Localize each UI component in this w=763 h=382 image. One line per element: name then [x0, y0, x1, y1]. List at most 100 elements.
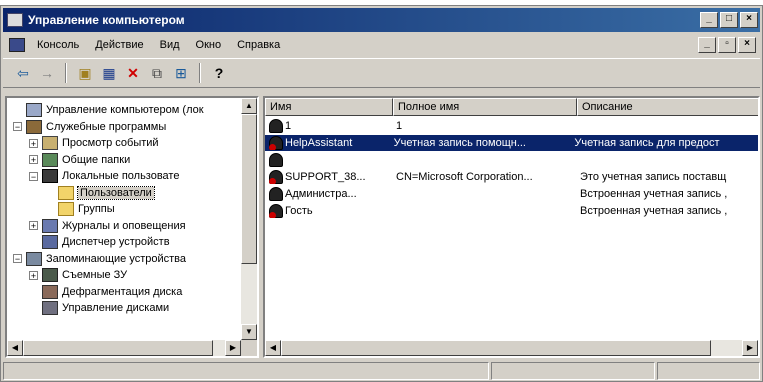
cell-name: Администра... — [285, 188, 357, 200]
tree-item[interactable]: + Журналы и оповещения — [29, 218, 186, 234]
menu-window[interactable]: Окно — [188, 39, 230, 51]
tree-item[interactable]: + Просмотр событий — [29, 135, 159, 151]
scroll-left-button[interactable]: ◀ — [265, 340, 281, 356]
tree-item-label: Общие папки — [62, 153, 131, 166]
expand-toggle[interactable]: + — [29, 138, 38, 148]
window-title: Управление компьютером — [28, 13, 185, 27]
scroll-right-button[interactable]: ▶ — [225, 340, 241, 356]
tree-item[interactable]: − Запоминающие устройства — [13, 251, 186, 267]
mdi-restore-button[interactable]: ▫ — [718, 37, 736, 53]
tree-item[interactable]: − Локальные пользовате — [29, 168, 179, 184]
menu-action[interactable]: Действие — [87, 39, 151, 51]
tree-item[interactable]: Управление компьютером (лок — [13, 102, 204, 118]
export-list-button[interactable]: ⊞ — [171, 63, 191, 83]
computer-management-icon — [7, 13, 23, 27]
details-pane[interactable]: Имя Полное имя Описание 1 1 HelpAssistant У… — [263, 96, 760, 358]
scroll-right-button[interactable]: ▶ — [742, 340, 758, 356]
performance-logs-icon — [42, 218, 58, 233]
title-bar[interactable]: Управление компьютером _ □ × — [3, 8, 760, 32]
mdi-minimize-button[interactable]: _ — [698, 37, 716, 53]
tree-vertical-scrollbar[interactable]: ▲ ▼ — [241, 98, 257, 340]
storage-icon — [26, 251, 42, 266]
cell-name: HelpAssistant — [285, 137, 353, 149]
folder-icon — [58, 202, 74, 216]
cell-description: Встроенная учетная запись , — [580, 188, 728, 200]
close-button[interactable]: × — [740, 12, 758, 28]
event-viewer-icon — [42, 136, 58, 150]
column-header-name[interactable]: Имя — [265, 98, 393, 116]
collapse-toggle[interactable]: − — [13, 254, 22, 264]
minimize-button[interactable]: _ — [700, 12, 718, 28]
tree-item-label: Диспетчер устройств — [62, 236, 170, 248]
user-row[interactable]: HelpAssistant Учетная запись помощн... Уче… — [265, 135, 758, 151]
user-row[interactable] — [265, 152, 758, 168]
tree-item-label: Съемные ЗУ — [62, 269, 128, 281]
tree-item-label: Запоминающие устройства — [46, 252, 187, 265]
list-horizontal-scrollbar[interactable]: ◀ ▶ — [265, 340, 758, 356]
tree-item[interactable]: − Служебные программы — [13, 119, 166, 135]
properties-button[interactable]: ⧉ — [147, 63, 167, 83]
cell-name: 1 — [285, 120, 292, 132]
forward-button[interactable]: → — [37, 63, 57, 83]
user-icon — [269, 170, 283, 184]
scroll-left-button[interactable]: ◀ — [7, 340, 23, 356]
console-icon[interactable] — [9, 38, 25, 52]
tree-pane[interactable]: Управление компьютером (лок − Служебные пр… — [5, 96, 259, 358]
tree-item-label: Дефрагментация диска — [62, 285, 183, 298]
back-button[interactable]: ⇦ — [13, 63, 33, 83]
tree-item[interactable]: + Общие папки — [29, 152, 130, 168]
tree-item[interactable]: Пользователи — [45, 185, 155, 201]
tree-horizontal-scrollbar[interactable]: ◀ ▶ — [7, 340, 241, 356]
expand-toggle[interactable]: + — [29, 221, 38, 231]
tree-item-label: Пользователи — [77, 185, 155, 200]
tree-item[interactable]: Диспетчер устройств — [29, 234, 170, 250]
mdi-close-button[interactable]: × — [738, 37, 756, 53]
cell-name: SUPPORT_38... — [285, 171, 366, 183]
tree-item-label: Служебные программы — [46, 120, 167, 133]
expand-toggle[interactable]: + — [29, 270, 38, 280]
maximize-button[interactable]: □ — [720, 12, 738, 28]
column-header-full-name[interactable]: Полное имя — [393, 98, 577, 116]
scroll-up-button[interactable]: ▲ — [241, 98, 257, 114]
user-row[interactable]: Администра... Встроенная учетная запись , — [265, 186, 758, 202]
cell-name: Гость — [285, 205, 313, 217]
expand-toggle[interactable]: + — [29, 155, 38, 165]
computer-management-icon — [26, 103, 42, 117]
up-level-button[interactable]: ▣ — [75, 63, 95, 83]
tree-item[interactable]: + Съемные ЗУ — [29, 267, 127, 283]
scroll-thumb[interactable] — [241, 114, 257, 264]
cell-description: Учетная запись для предост — [574, 137, 720, 149]
status-cell — [3, 362, 489, 380]
column-header-description[interactable]: Описание — [577, 98, 758, 116]
menu-view[interactable]: Вид — [152, 39, 188, 51]
tree-item-label: Просмотр событий — [62, 137, 159, 149]
device-manager-icon — [42, 235, 58, 249]
console-tree: Управление компьютером (лок − Служебные пр… — [7, 98, 241, 340]
menu-console[interactable]: Консоль — [29, 39, 87, 51]
tree-item-label: Локальные пользовате — [62, 170, 180, 182]
mdi-controls: _ ▫ × — [698, 37, 756, 53]
removable-storage-icon — [42, 268, 58, 282]
tree-item-label: Управление дисками — [62, 302, 170, 314]
user-row[interactable]: 11 — [265, 118, 758, 134]
cell-description: Это учетная запись поставщ — [580, 171, 727, 183]
tree-item[interactable]: Группы — [45, 201, 115, 217]
collapse-toggle[interactable]: − — [13, 122, 22, 132]
toolbar-separator — [65, 63, 67, 83]
scroll-thumb[interactable] — [281, 340, 711, 356]
local-users-icon — [42, 169, 58, 183]
tree-item[interactable]: Управление дисками — [29, 300, 169, 316]
scroll-thumb[interactable] — [23, 340, 213, 356]
scroll-down-button[interactable]: ▼ — [241, 324, 257, 340]
user-row[interactable]: SUPPORT_38... CN=Microsoft Corporation...… — [265, 169, 758, 185]
user-row[interactable]: Гость Встроенная учетная запись , — [265, 203, 758, 219]
system-tools-icon — [26, 119, 42, 134]
help-button[interactable]: ? — [209, 63, 229, 83]
tree-item[interactable]: Дефрагментация диска — [29, 284, 182, 300]
show-hide-tree-button[interactable]: ▦ — [99, 63, 119, 83]
cell-full-name: Учетная запись помощн... — [393, 137, 526, 149]
delete-button[interactable]: ✕ — [123, 63, 143, 83]
collapse-toggle[interactable]: − — [29, 171, 38, 181]
cell-full-name: CN=Microsoft Corporation... — [396, 171, 533, 183]
menu-help[interactable]: Справка — [229, 39, 288, 51]
